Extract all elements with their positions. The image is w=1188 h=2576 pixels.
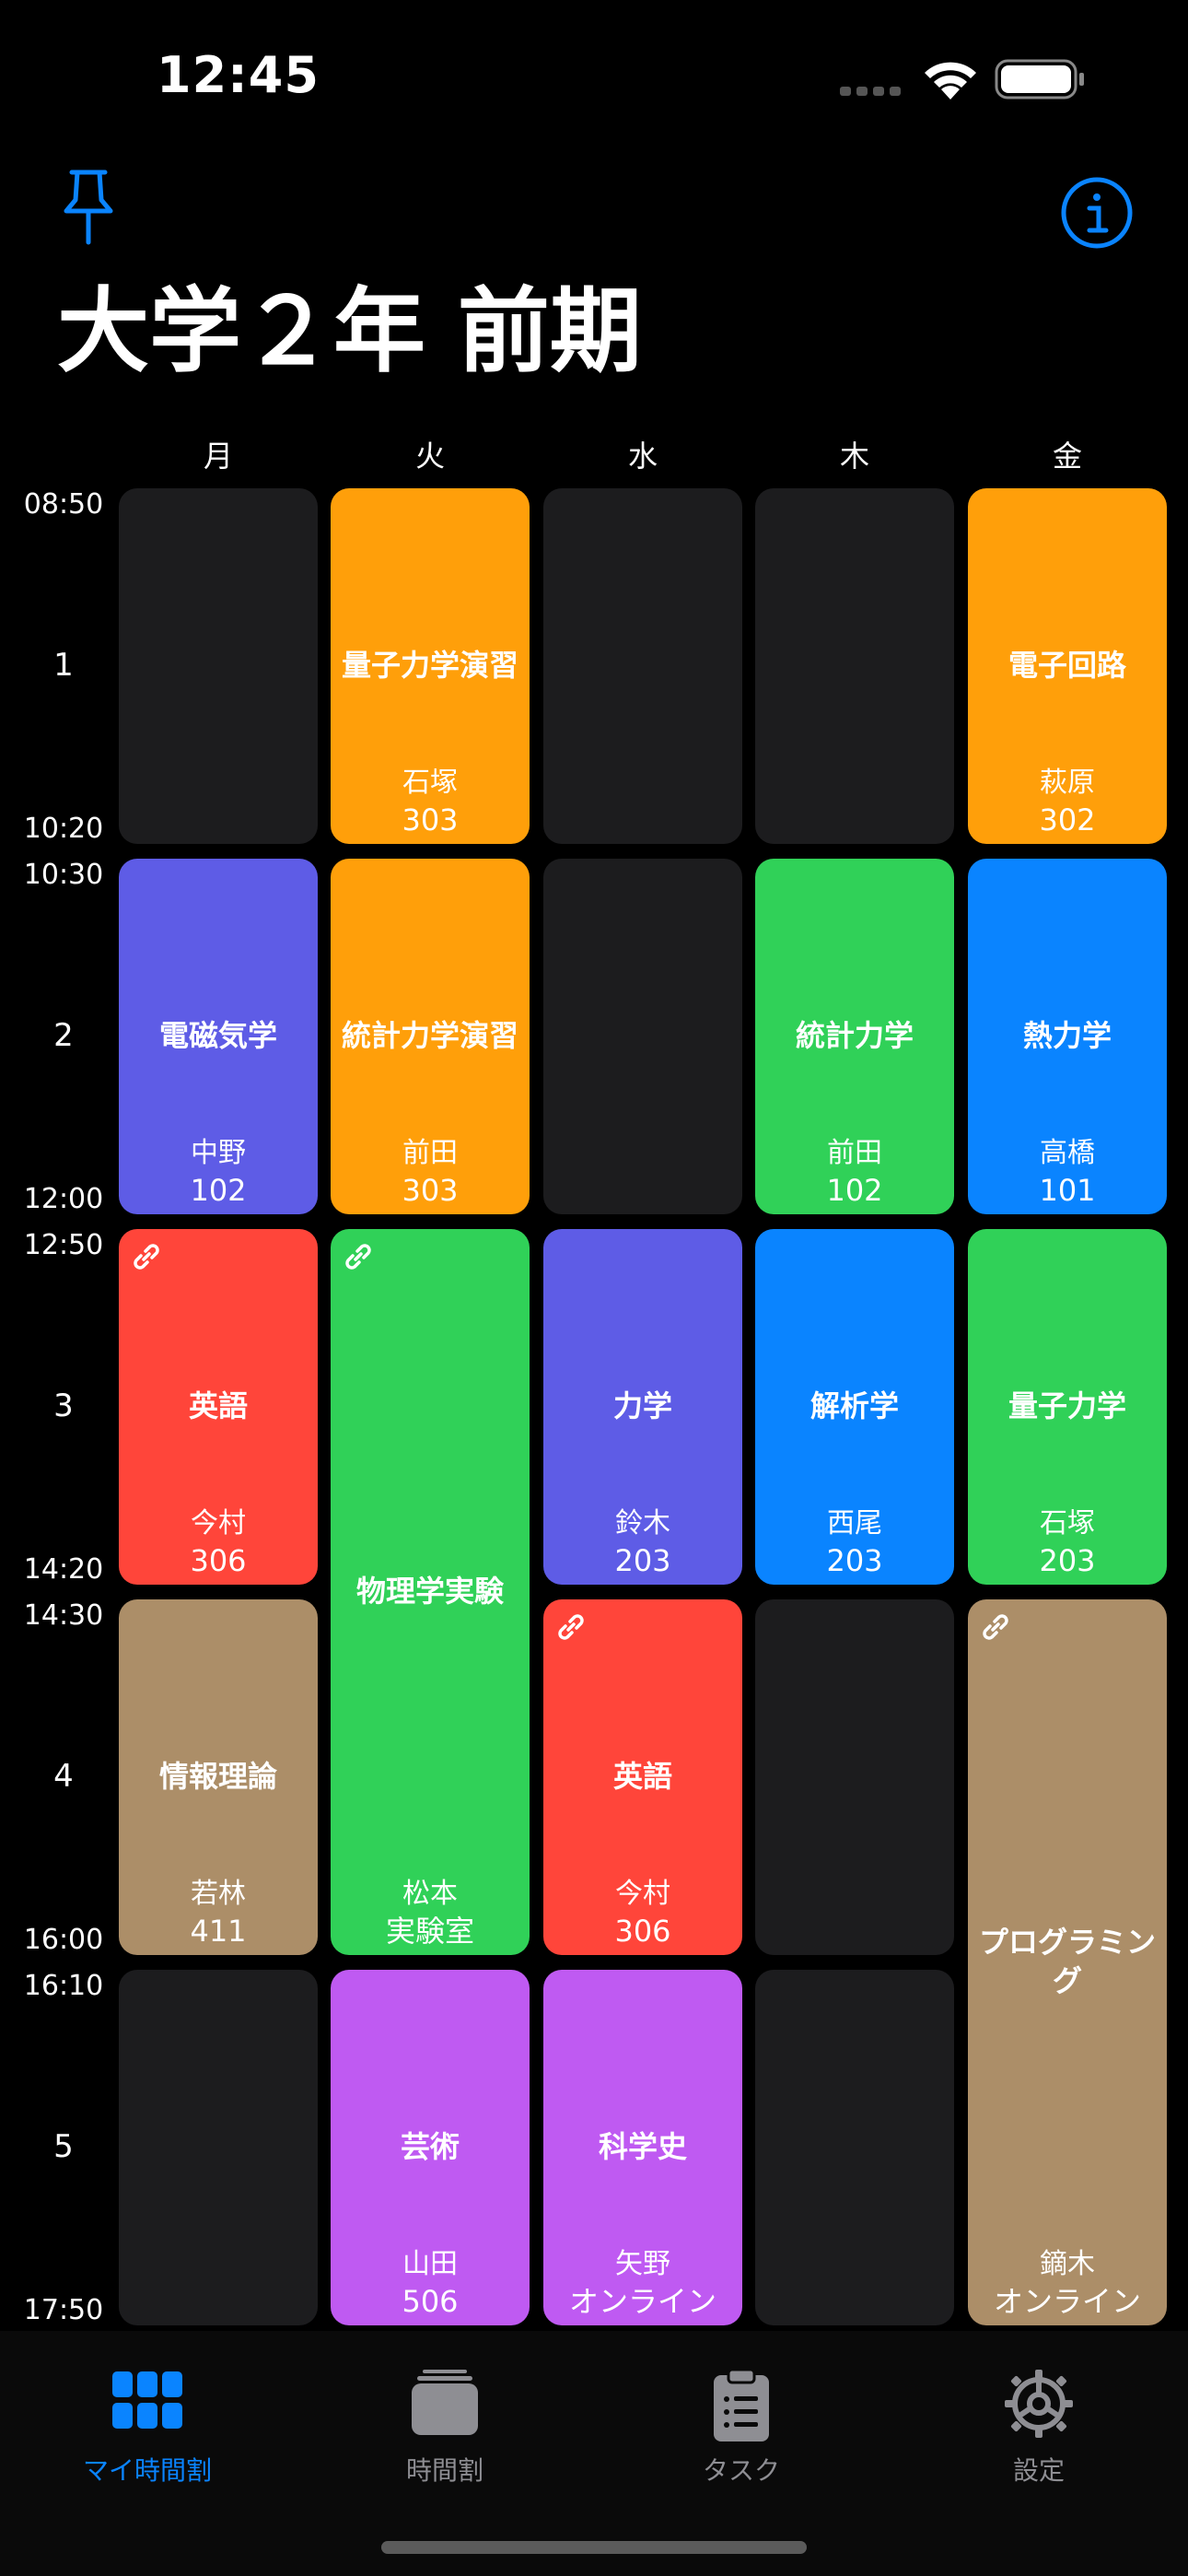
course-name: プログラミング — [978, 1925, 1156, 1998]
course-cell-tue-5[interactable]: 芸術 山田 506 — [331, 1970, 530, 2325]
period-5-start: 16:10 — [23, 1970, 104, 2002]
tab-timetable[interactable]: 時間割 — [297, 2359, 592, 2488]
course-name: 物理学実験 — [355, 1574, 504, 1610]
course-room: 203 — [614, 1543, 671, 1578]
cell-mon-5-empty[interactable] — [119, 1970, 318, 2325]
course-room: 101 — [1039, 1173, 1096, 1208]
signal-icon — [840, 87, 901, 96]
battery-icon — [995, 59, 1084, 100]
pin-button[interactable] — [55, 166, 122, 249]
tab-label: マイ時間割 — [82, 2455, 212, 2486]
cell-wed-2-empty[interactable] — [543, 859, 742, 1214]
page-title: 大学２年 前期 — [57, 277, 642, 385]
course-room: 306 — [614, 1914, 671, 1949]
course-teacher: 松本 — [402, 1878, 458, 1910]
stack-icon — [412, 2370, 478, 2435]
period-3-number: 3 — [53, 1388, 74, 1424]
tab-tasks[interactable]: タスク — [594, 2359, 889, 2488]
period-1-start: 08:50 — [23, 488, 104, 521]
period-4-number: 4 — [53, 1758, 74, 1795]
info-icon — [1061, 177, 1133, 249]
course-teacher: 前田 — [402, 1137, 458, 1169]
course-room: 306 — [190, 1543, 247, 1578]
period-3-start: 12:50 — [23, 1229, 104, 1261]
course-teacher: 矢野 — [615, 2248, 670, 2280]
day-header-tue: 火 — [414, 439, 445, 474]
tab-settings[interactable]: 設定 — [891, 2359, 1186, 2488]
course-room: オンライン — [568, 2284, 716, 2319]
course-cell-fri-4[interactable]: プログラミング 鏑木オンライン — [968, 1599, 1167, 2325]
course-cell-tue-3[interactable]: 物理学実験 松本実験室 — [331, 1229, 530, 1955]
course-teacher: 前田 — [827, 1137, 882, 1169]
course-teacher: 若林 — [191, 1878, 246, 1910]
course-room: 102 — [190, 1173, 247, 1208]
course-cell-wed-3[interactable]: 力学 鈴木 203 — [543, 1229, 742, 1585]
tab-label: 時間割 — [405, 2455, 483, 2486]
course-cell-wed-5[interactable]: 科学史 矢野 オンライン — [543, 1970, 742, 2325]
wifi-icon — [925, 62, 976, 100]
tab-my-timetable[interactable]: マイ時間割 — [0, 2359, 295, 2488]
course-room: 実験室 — [385, 1914, 474, 1949]
course-room: 411 — [190, 1914, 247, 1949]
course-cell-wed-4[interactable]: 英語 今村 306 — [543, 1599, 742, 1955]
course-teacher: 石塚 — [402, 767, 458, 799]
course-teacher: 石塚 — [1040, 1507, 1095, 1540]
course-teacher: 萩原 — [1040, 767, 1095, 799]
home-indicator — [381, 2541, 807, 2554]
course-teacher: 今村 — [191, 1507, 246, 1540]
cell-thu-5-empty[interactable] — [755, 1970, 954, 2325]
day-header-fri: 金 — [1052, 439, 1082, 474]
course-room: 203 — [826, 1543, 883, 1578]
status-time: 12:45 — [157, 46, 320, 104]
day-header-mon: 月 — [203, 439, 233, 474]
course-teacher: 今村 — [615, 1878, 670, 1910]
tab-label: 設定 — [1012, 2455, 1065, 2486]
grid-icon — [112, 2371, 182, 2429]
period-1-end: 10:20 — [23, 813, 104, 845]
course-teacher: 高橋 — [1040, 1137, 1095, 1169]
course-room: 506 — [402, 2284, 459, 2319]
course-cell-thu-2[interactable]: 統計力学 前田 102 — [755, 859, 954, 1214]
cell-thu-1-empty[interactable] — [755, 488, 954, 844]
cell-thu-4-empty[interactable] — [755, 1599, 954, 1955]
course-cell-fri-2[interactable]: 熱力学 高橋 101 — [968, 859, 1167, 1214]
course-room: 203 — [1039, 1543, 1096, 1578]
course-room: 303 — [402, 1173, 459, 1208]
gear-icon — [1005, 2370, 1073, 2438]
day-header-thu: 木 — [839, 439, 869, 474]
period-2-number: 2 — [53, 1017, 74, 1054]
period-4-end: 16:00 — [23, 1924, 104, 1956]
course-cell-mon-4[interactable]: 情報理論 若林 411 — [119, 1599, 318, 1955]
period-5-number: 5 — [53, 2128, 74, 2165]
period-5-end: 17:50 — [23, 2294, 104, 2326]
period-2-end: 12:00 — [23, 1183, 104, 1215]
cell-mon-1-empty[interactable] — [119, 488, 318, 844]
course-cell-tue-1[interactable]: 量子力学演習 石塚 303 — [331, 488, 530, 844]
course-cell-tue-2[interactable]: 統計力学演習 前田 303 — [331, 859, 530, 1214]
period-4-start: 14:30 — [23, 1599, 104, 1632]
course-room: 302 — [1039, 802, 1096, 837]
course-teacher: 中野 — [191, 1137, 246, 1169]
course-teacher: 鏑木 — [1040, 2248, 1095, 2280]
course-room: 102 — [826, 1173, 883, 1208]
course-room: 303 — [402, 802, 459, 837]
course-cell-fri-3[interactable]: 量子力学 石塚 203 — [968, 1229, 1167, 1585]
day-header-wed: 水 — [627, 439, 658, 474]
period-3-end: 14:20 — [23, 1553, 104, 1586]
course-cell-thu-3[interactable]: 解析学 西尾 203 — [755, 1229, 954, 1585]
course-cell-mon-3[interactable]: 英語 今村 306 — [119, 1229, 318, 1585]
course-cell-mon-2[interactable]: 電磁気学 中野 102 — [119, 859, 318, 1214]
tab-label: タスク — [702, 2455, 780, 2486]
period-1-number: 1 — [53, 647, 74, 684]
clipboard-icon — [714, 2368, 769, 2441]
course-teacher: 西尾 — [827, 1507, 882, 1540]
period-2-start: 10:30 — [23, 859, 104, 891]
course-cell-fri-1[interactable]: 電子回路 萩原 302 — [968, 488, 1167, 844]
info-button[interactable] — [1059, 175, 1135, 251]
course-teacher: 鈴木 — [615, 1507, 670, 1540]
pin-icon — [64, 170, 113, 245]
cell-wed-1-empty[interactable] — [543, 488, 742, 844]
course-room: オンライン — [993, 2284, 1141, 2319]
course-teacher: 山田 — [402, 2248, 458, 2280]
